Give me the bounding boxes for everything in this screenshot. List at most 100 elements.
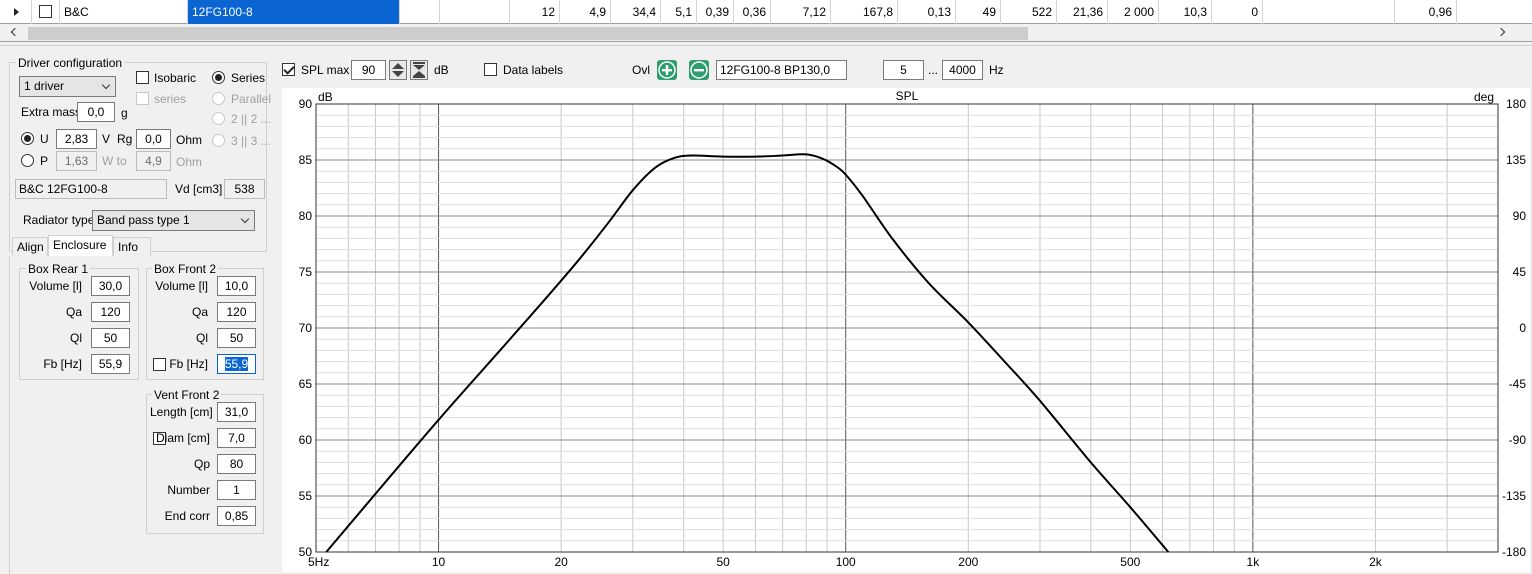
voltage-input[interactable]: 2,83 (56, 129, 97, 149)
table-cell[interactable]: 21,36 (1057, 0, 1108, 24)
x-tick-label: 500 (1120, 555, 1140, 569)
splitter[interactable] (0, 42, 1532, 46)
field-input[interactable]: 50 (217, 328, 256, 348)
chevron-down-icon (101, 80, 111, 90)
row-checkbox[interactable] (39, 5, 52, 18)
y-tick-label: 65 (299, 377, 313, 391)
isobaric-checkbox[interactable] (136, 71, 149, 84)
table-cell[interactable]: 0,39 (697, 0, 734, 24)
spl-chart-area[interactable]: 50 55 60 65 70 75 80 85 90 -180 -135 -90 -45 0 45 90 135… (282, 88, 1530, 572)
wto-input[interactable]: 4,9 (136, 151, 171, 171)
table-cell[interactable]: 7,12 (771, 0, 831, 24)
power-input[interactable]: 1,63 (56, 151, 97, 171)
data-labels-checkbox[interactable] (484, 63, 497, 76)
brand-cell[interactable]: B&C (60, 0, 188, 24)
field-input[interactable]: 120 (91, 302, 130, 322)
table-cell[interactable]: 0,36 (734, 0, 771, 24)
field-input[interactable]: 7,0 (217, 428, 256, 448)
y-tick-label: 75 (299, 265, 313, 279)
driver-name-field: B&C 12FG100-8 (15, 179, 167, 199)
parallel-radio[interactable] (212, 92, 225, 105)
y2-tick-label: -180 (1502, 545, 1526, 559)
add-overlay-button[interactable] (657, 60, 677, 80)
remove-overlay-button[interactable] (689, 60, 709, 80)
table-cell[interactable]: 49 (956, 0, 1001, 24)
extra-mass-unit: g (121, 106, 128, 120)
scroll-right-icon[interactable] (1496, 27, 1506, 37)
voltage-radio[interactable] (21, 132, 34, 145)
table-cell[interactable]: 0 (1212, 0, 1263, 24)
box-front-title: Box Front 2 (152, 262, 219, 276)
field-input[interactable]: 10,0 (217, 276, 256, 296)
table-cell[interactable]: 10,3 (1159, 0, 1212, 24)
driver-count-select[interactable]: 1 driver (19, 76, 116, 97)
field-input[interactable]: 31,0 (217, 402, 256, 422)
spl-chart: 50 55 60 65 70 75 80 85 90 -180 -135 -90 -45 0 45 90 135… (299, 89, 1527, 569)
y-tick-label: 55 (299, 489, 313, 503)
scrollbar-thumb[interactable] (28, 27, 1028, 40)
empty-cell[interactable] (400, 0, 440, 24)
rg-unit: Ohm (176, 133, 203, 147)
field-input[interactable]: 30,0 (91, 276, 130, 296)
table-cell[interactable]: 5,1 (661, 0, 697, 24)
field-input[interactable]: 1 (217, 480, 256, 500)
power-label: P (40, 154, 49, 168)
empty-cell[interactable] (440, 0, 510, 24)
table-cell[interactable]: 2 000 (1108, 0, 1159, 24)
fit-vertical-icon (413, 62, 425, 78)
radiator-type-value: Band pass type 1 (97, 213, 190, 227)
scroll-left-icon[interactable] (10, 27, 20, 37)
spin-updown-icon (392, 63, 404, 77)
tab-enclosure[interactable]: Enclosure (48, 235, 113, 257)
table-cell[interactable]: 0,13 (898, 0, 956, 24)
field-input[interactable]: 80 (217, 454, 256, 474)
row-header[interactable] (0, 0, 32, 24)
rg-label: Rg (117, 132, 133, 146)
selected-text: 55,9 (224, 357, 249, 371)
table-cell[interactable]: 522 (1001, 0, 1057, 24)
row-select-cell[interactable] (32, 0, 60, 24)
wto-label: W to (102, 154, 127, 168)
field-input[interactable]: 0,85 (217, 506, 256, 526)
field-input[interactable]: 50 (91, 328, 130, 348)
y-tick-label: 85 (299, 153, 313, 167)
field-label: Length [cm] (150, 405, 213, 419)
curve-name-input[interactable]: 12FG100-8 BP130,0 (716, 60, 847, 80)
field-input[interactable]: 55,9 (217, 354, 256, 374)
field-input[interactable]: 55,9 (91, 354, 130, 374)
field-label: Number (167, 483, 210, 497)
table-cell[interactable]: 4,9 (560, 0, 611, 24)
freq-unit: Hz (989, 63, 1004, 77)
chart-title: SPL (896, 89, 919, 103)
spl-max-input[interactable]: 90 (351, 60, 386, 80)
table-cell[interactable]: 34,4 (611, 0, 661, 24)
field-label: Volume [l] (155, 279, 208, 293)
freq-to-input[interactable]: 4000 (942, 60, 983, 80)
config-3-radio[interactable] (212, 134, 225, 147)
table-cell[interactable] (1263, 0, 1395, 24)
range-separator: ... (928, 63, 939, 77)
series-radio[interactable] (212, 71, 225, 84)
field-input[interactable]: 120 (217, 302, 256, 322)
config-2-radio[interactable] (212, 112, 225, 125)
freq-from-input[interactable]: 5 (883, 60, 924, 80)
y2-tick-label: 135 (1506, 153, 1526, 167)
spl-max-checkbox[interactable] (282, 63, 295, 76)
extra-mass-input[interactable]: 0,0 (77, 102, 115, 122)
tab-align[interactable]: Align (12, 237, 48, 257)
rg-input[interactable]: 0,0 (136, 129, 171, 149)
spl-spin-button[interactable] (389, 60, 407, 80)
box-rear-title: Box Rear 1 (26, 262, 91, 276)
table-cell[interactable]: 167,8 (831, 0, 898, 24)
power-radio[interactable] (21, 154, 34, 167)
y-tick-label: 70 (299, 321, 313, 335)
radiator-type-select[interactable]: Band pass type 1 (92, 210, 255, 231)
driver-table-row[interactable]: B&C 12FG100-8 12 4,9 34,4 5,1 0,39 0,36 7,12 16… (0, 0, 1532, 24)
spl-fit-button[interactable] (410, 60, 428, 80)
y2-tick-label: 90 (1513, 209, 1527, 223)
tab-info[interactable]: Info (113, 237, 151, 257)
series-checkbox[interactable] (136, 92, 149, 105)
model-cell[interactable]: 12FG100-8 (188, 0, 400, 24)
table-cell[interactable]: 12 (510, 0, 560, 24)
table-cell[interactable]: 0,96 (1395, 0, 1457, 24)
